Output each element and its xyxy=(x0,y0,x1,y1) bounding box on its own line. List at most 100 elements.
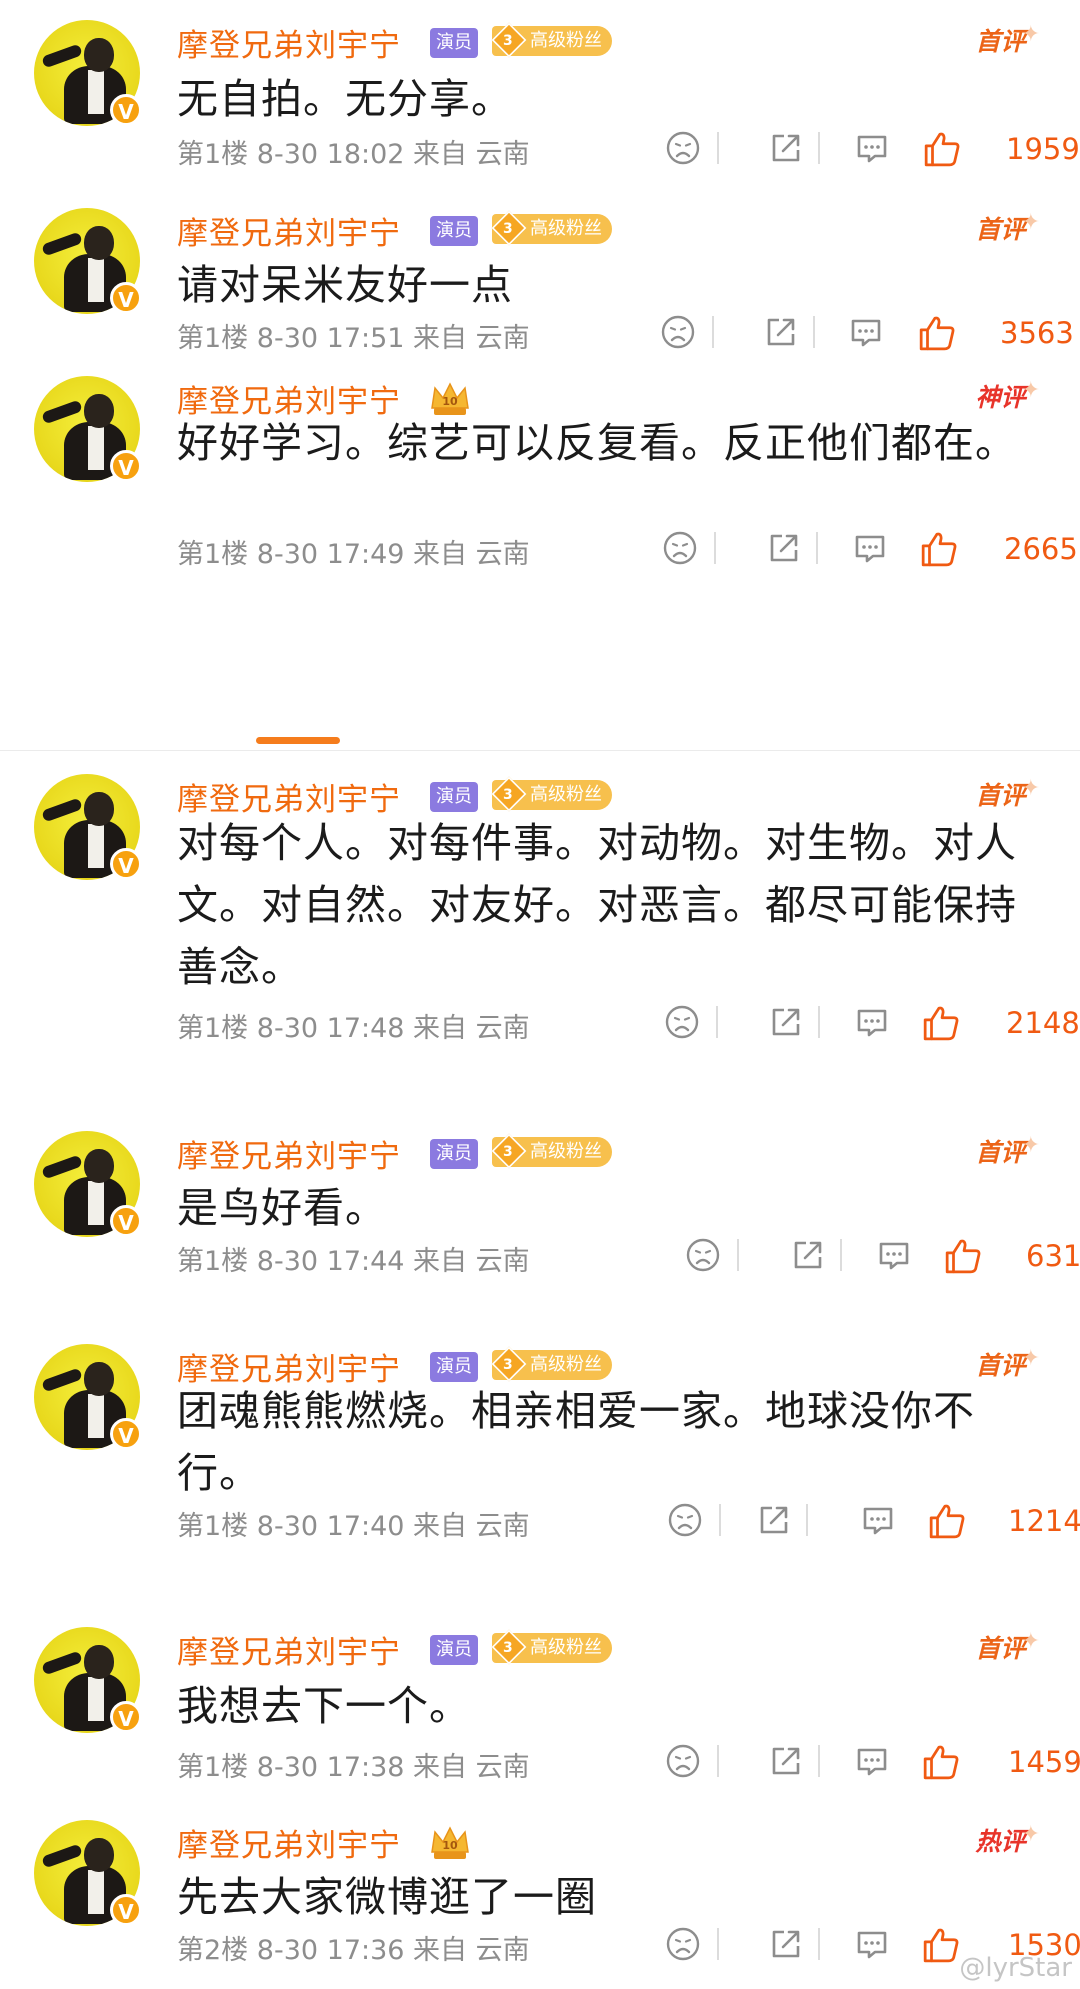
floor-label: 第1楼 xyxy=(177,323,249,354)
username[interactable]: 摩登兄弟刘宇宁 xyxy=(177,208,401,253)
username[interactable]: 摩登兄弟刘宇宁 xyxy=(177,20,401,65)
fan-level-icon: 3 xyxy=(491,22,527,58)
verified-badge-icon: V xyxy=(110,94,142,126)
like-icon[interactable] xyxy=(922,1926,959,1963)
like-icon[interactable] xyxy=(920,530,957,567)
fan-level-icon: 3 xyxy=(491,210,527,246)
comment-meta: 第1楼 8-30 17:49 来自 云南 xyxy=(177,532,530,571)
comment-meta: 第1楼 8-30 17:48 来自 云南 xyxy=(177,1006,530,1045)
divider xyxy=(737,1239,739,1271)
comment-icon[interactable] xyxy=(852,530,888,566)
crown-icon: 10 xyxy=(431,1826,469,1859)
divider xyxy=(714,532,716,564)
comment-icon[interactable] xyxy=(854,1004,890,1040)
comment-icon[interactable] xyxy=(860,1502,896,1538)
comment-icon[interactable] xyxy=(854,1926,890,1962)
comment-icon[interactable] xyxy=(876,1237,912,1273)
verified-badge-icon: V xyxy=(110,1894,142,1926)
fan-level-badge: 3 高级粉丝 xyxy=(491,1133,612,1169)
actor-tag: 演员 xyxy=(430,1635,478,1665)
share-icon[interactable] xyxy=(756,1502,792,1538)
divider xyxy=(816,532,818,564)
share-icon[interactable] xyxy=(768,1743,804,1779)
fan-level-icon: 3 xyxy=(491,1346,527,1382)
fan-tag-label: 高级粉丝 xyxy=(530,30,602,51)
like-count: 631 xyxy=(1026,1239,1080,1273)
floor-label: 第1楼 xyxy=(177,539,249,570)
dislike-icon[interactable] xyxy=(665,1743,701,1779)
source-label: 来自 云南 xyxy=(413,539,530,570)
like-icon[interactable] xyxy=(944,1237,981,1274)
ribbon-badge: 首评✦ xyxy=(975,1133,1040,1167)
share-icon[interactable] xyxy=(768,1004,804,1040)
timestamp: 8-30 17:51 xyxy=(256,323,405,354)
fan-level-badge: 3 高级粉丝 xyxy=(491,776,612,812)
actor-tag: 演员 xyxy=(430,28,478,58)
like-count: 1214 xyxy=(1008,1504,1080,1538)
share-icon[interactable] xyxy=(763,314,799,350)
dislike-icon[interactable] xyxy=(685,1237,721,1273)
divider xyxy=(717,132,719,164)
comment-meta: 第1楼 8-30 17:51 来自 云南 xyxy=(177,316,530,355)
actor-tag: 演员 xyxy=(430,1352,478,1382)
comment-meta: 第1楼 8-30 17:44 来自 云南 xyxy=(177,1239,530,1278)
username[interactable]: 摩登兄弟刘宇宁 xyxy=(177,1131,401,1176)
dislike-icon[interactable] xyxy=(660,314,696,350)
tab-indicator xyxy=(256,737,340,744)
divider xyxy=(818,132,820,164)
dislike-icon[interactable] xyxy=(662,530,698,566)
floor-label: 第1楼 xyxy=(177,1246,249,1277)
timestamp: 8-30 17:36 xyxy=(256,1935,405,1966)
watermark: @lyrStar xyxy=(959,1953,1072,1983)
fan-level-badge: 3 高级粉丝 xyxy=(491,22,612,58)
username[interactable]: 摩登兄弟刘宇宁 xyxy=(177,1820,401,1865)
divider xyxy=(719,1504,721,1536)
like-count: 2665 xyxy=(1004,532,1078,566)
like-count: 3563 xyxy=(1000,316,1074,350)
comment-icon[interactable] xyxy=(854,130,890,166)
share-icon[interactable] xyxy=(790,1237,826,1273)
verified-badge-icon: V xyxy=(110,1418,142,1450)
like-icon[interactable] xyxy=(922,1743,959,1780)
crown-level: 10 xyxy=(442,395,458,408)
dislike-icon[interactable] xyxy=(665,1926,701,1962)
ribbon-badge: 首评✦ xyxy=(975,210,1040,244)
comment-text: 是鸟好看。 xyxy=(177,1184,387,1232)
divider xyxy=(818,1928,820,1960)
source-label: 来自 云南 xyxy=(413,139,530,170)
like-icon[interactable] xyxy=(923,130,960,167)
ribbon-badge: 首评✦ xyxy=(975,22,1040,56)
dislike-icon[interactable] xyxy=(665,130,701,166)
source-label: 来自 云南 xyxy=(413,1935,530,1966)
divider xyxy=(818,1745,820,1777)
dislike-icon[interactable] xyxy=(664,1004,700,1040)
fan-tag-label: 高级粉丝 xyxy=(530,1141,602,1162)
like-icon[interactable] xyxy=(928,1502,965,1539)
share-icon[interactable] xyxy=(768,1926,804,1962)
dislike-icon[interactable] xyxy=(667,1502,703,1538)
fan-tag-label: 高级粉丝 xyxy=(530,218,602,239)
share-icon[interactable] xyxy=(768,130,804,166)
actor-tag: 演员 xyxy=(430,782,478,812)
ribbon-badge: 首评✦ xyxy=(975,776,1040,810)
share-icon[interactable] xyxy=(766,530,802,566)
floor-label: 第1楼 xyxy=(177,1752,249,1783)
actor-tag: 演员 xyxy=(430,216,478,246)
floor-label: 第1楼 xyxy=(177,139,249,170)
comment-meta: 第1楼 8-30 17:40 来自 云南 xyxy=(177,1504,530,1543)
comment-icon[interactable] xyxy=(854,1743,890,1779)
like-icon[interactable] xyxy=(918,314,955,351)
comment-icon[interactable] xyxy=(848,314,884,350)
like-icon[interactable] xyxy=(922,1004,959,1041)
divider xyxy=(813,316,815,348)
source-label: 来自 云南 xyxy=(413,1752,530,1783)
ribbon-badge: 热评✦ xyxy=(975,1822,1040,1856)
timestamp: 8-30 17:40 xyxy=(256,1511,405,1542)
comment-meta: 第1楼 8-30 18:02 来自 云南 xyxy=(177,132,530,171)
like-count: 2148 xyxy=(1006,1006,1080,1040)
floor-label: 第1楼 xyxy=(177,1511,249,1542)
fan-level-badge: 3 高级粉丝 xyxy=(491,210,612,246)
like-count: 1459 xyxy=(1008,1745,1080,1779)
fan-level-badge: 3 高级粉丝 xyxy=(491,1346,612,1382)
username[interactable]: 摩登兄弟刘宇宁 xyxy=(177,1627,401,1672)
